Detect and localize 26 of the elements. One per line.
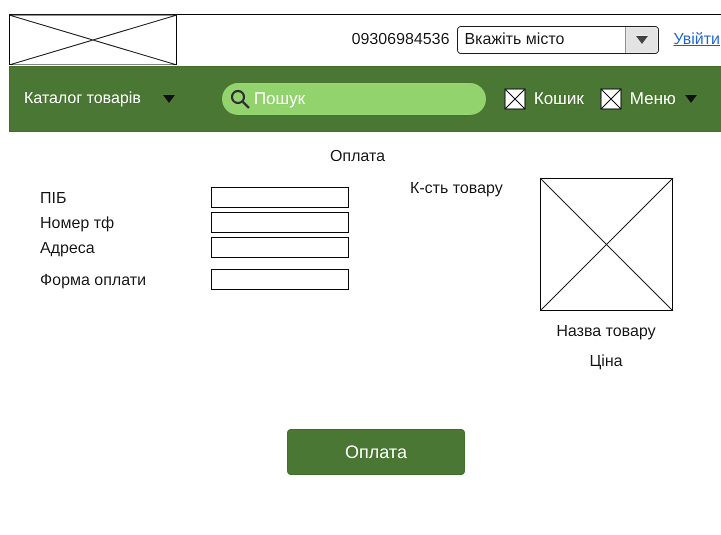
- city-select[interactable]: Вкажіть місто: [457, 26, 660, 54]
- page-title: Оплата: [328, 148, 386, 166]
- input-field[interactable]: [211, 187, 349, 208]
- login-link[interactable]: Увійти: [673, 31, 720, 49]
- search-field[interactable]: Пошук: [222, 83, 486, 115]
- caret-icon[interactable]: [162, 94, 176, 104]
- field-label: ПІБ: [40, 190, 68, 208]
- caret-icon[interactable]: [684, 94, 698, 104]
- quantity-label: К-сть товару: [410, 180, 504, 198]
- product-price: Ціна: [589, 353, 623, 371]
- cart-icon[interactable]: [504, 88, 526, 110]
- input-field[interactable]: [211, 212, 349, 233]
- menu-icon[interactable]: [600, 88, 622, 110]
- product-name: Назва товару: [556, 323, 656, 341]
- phone-number: 09306984536: [352, 31, 450, 49]
- input-field[interactable]: [211, 237, 349, 258]
- menu-link[interactable]: Меню: [630, 89, 676, 109]
- pay-button[interactable]: Оплата: [287, 429, 465, 475]
- field-label: Форма оплати: [40, 272, 148, 290]
- search-icon: [230, 89, 250, 109]
- field-label: Номер тф: [40, 215, 116, 233]
- caret-icon[interactable]: [635, 35, 650, 45]
- input-field[interactable]: [211, 269, 349, 290]
- field-label: Адреса: [40, 240, 96, 258]
- cart-link[interactable]: Кошик: [534, 89, 584, 109]
- catalog-menu[interactable]: Каталог товарів: [24, 90, 141, 108]
